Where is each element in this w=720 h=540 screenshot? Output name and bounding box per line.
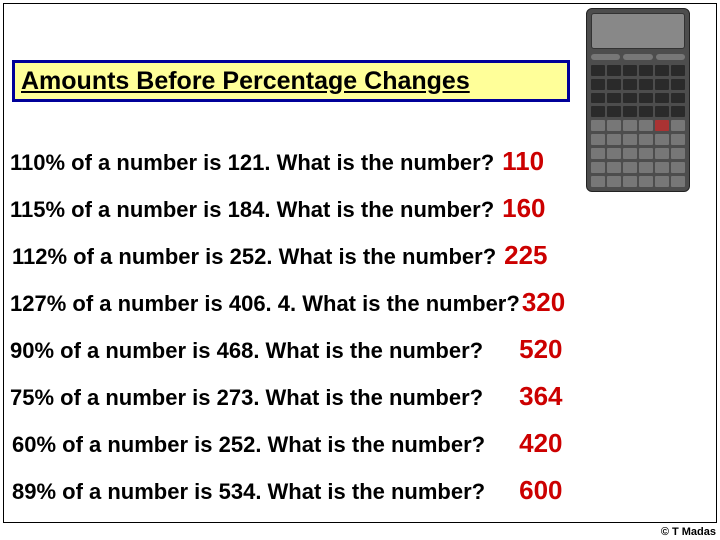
question-row: 75% of a number is 273. What is the numb… [10,381,710,428]
question-text: 110% of a number is 121. What is the num… [10,150,494,176]
question-text: 75% of a number is 273. What is the numb… [10,385,483,411]
question-text: 112% of a number is 252. What is the num… [12,244,496,270]
question-row: 127% of a number is 406. 4. What is the … [10,287,710,334]
question-text: 90% of a number is 468. What is the numb… [10,338,483,364]
question-row: 60% of a number is 252. What is the numb… [10,428,710,475]
answer-text: 364 [519,381,562,412]
question-row: 112% of a number is 252. What is the num… [10,240,710,287]
answer-text: 225 [504,240,547,271]
question-text: 60% of a number is 252. What is the numb… [12,432,485,458]
calculator-pills [591,52,685,62]
answer-text: 320 [522,287,565,318]
answer-text: 160 [502,193,545,224]
copyright: © T Madas [661,526,716,538]
answer-text: 520 [519,334,562,365]
answer-text: 110 [502,146,544,177]
question-text: 115% of a number is 184. What is the num… [10,197,494,223]
question-row: 89% of a number is 534. What is the numb… [10,475,710,522]
question-text: 89% of a number is 534. What is the numb… [12,479,485,505]
answer-text: 420 [519,428,562,459]
question-text: 127% of a number is 406. 4. What is the … [10,291,520,317]
question-row: 115% of a number is 184. What is the num… [10,193,710,240]
question-list: 110% of a number is 121. What is the num… [10,146,710,522]
slide: Amounts Before Percentage Changes 110% o… [0,0,720,540]
slide-title: Amounts Before Percentage Changes [21,67,470,96]
question-row: 90% of a number is 468. What is the numb… [10,334,710,381]
calculator-screen [591,13,685,49]
question-row: 110% of a number is 121. What is the num… [10,146,710,193]
answer-text: 600 [519,475,562,506]
title-box: Amounts Before Percentage Changes [12,60,570,102]
